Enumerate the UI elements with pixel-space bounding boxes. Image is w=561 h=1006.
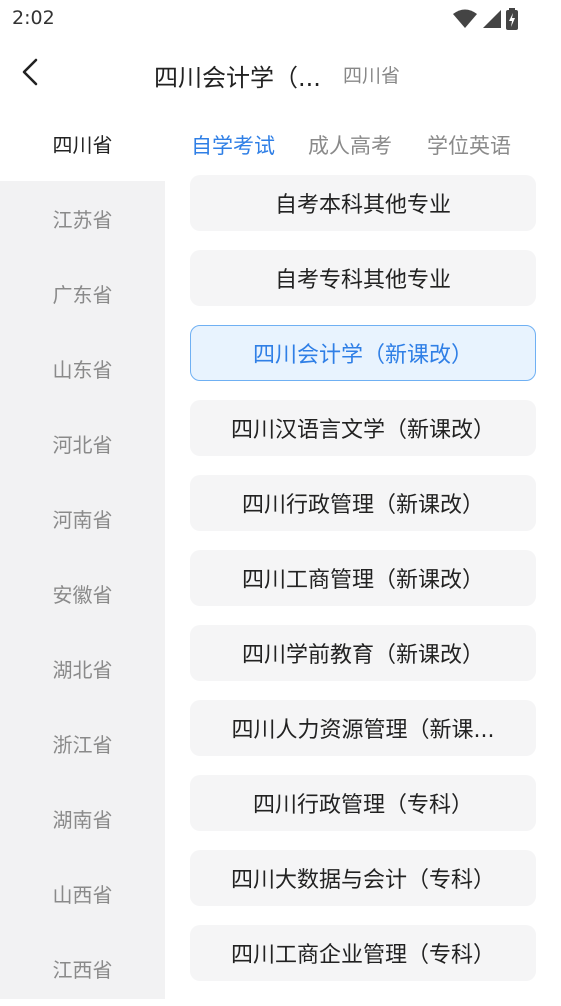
status-bar: 2:02 <box>0 0 561 38</box>
sidebar-item-label: 河北省 <box>52 433 113 457</box>
list-item-label: 自考专科其他专业 <box>274 268 451 293</box>
sidebar-item-henan[interactable]: 河南省 <box>0 481 165 556</box>
list-item[interactable]: 四川大数据与会计（专科） <box>190 850 536 906</box>
page-title: 四川会计学（... <box>154 64 321 92</box>
list-item[interactable]: 四川学前教育（新课改） <box>190 625 536 681</box>
list-item-label: 四川行政管理（专科） <box>252 793 473 818</box>
sidebar-item-zhejiang[interactable]: 浙江省 <box>0 706 165 781</box>
list-item-label: 四川人力资源管理（新课... <box>231 718 495 743</box>
status-time: 2:02 <box>12 7 55 29</box>
list-item[interactable]: 四川人力资源管理（新课... <box>190 700 536 756</box>
sidebar-item-jiangsu[interactable]: 江苏省 <box>0 181 165 256</box>
sidebar-item-jiangxi[interactable]: 江西省 <box>0 931 165 1006</box>
list-item-label: 四川行政管理（新课改） <box>241 493 484 518</box>
chevron-left-icon <box>22 58 38 86</box>
back-button[interactable] <box>14 54 50 90</box>
list-item-label: 四川汉语言文学（新课改） <box>230 418 495 443</box>
sidebar-item-label: 河南省 <box>52 508 113 532</box>
exam-type-tabs: 自学考试 成人高考 学位英语 <box>165 126 561 166</box>
sidebar-item-anhui[interactable]: 安徽省 <box>0 556 165 631</box>
sidebar-item-hubei[interactable]: 湖北省 <box>0 631 165 706</box>
page-subtitle: 四川省 <box>343 65 401 87</box>
list-item-label: 四川工商企业管理（专科） <box>230 943 495 968</box>
sidebar-item-label: 湖北省 <box>52 658 113 682</box>
sidebar-item-label: 湖南省 <box>52 808 113 832</box>
wifi-icon <box>453 9 477 29</box>
sidebar-item-label: 四川省 <box>52 133 113 157</box>
list-item-label: 自考本科其他专业 <box>274 193 451 218</box>
sidebar-item-hunan[interactable]: 湖南省 <box>0 781 165 856</box>
status-icons <box>453 8 519 30</box>
list-item[interactable]: 四川行政管理（新课改） <box>190 475 536 531</box>
header: 四川会计学（... 四川省 <box>0 40 561 106</box>
list-item-label: 四川工商管理（新课改） <box>241 568 484 593</box>
sidebar-item-sichuan[interactable]: 四川省 <box>0 106 165 181</box>
province-sidebar: 四川省 江苏省 广东省 山东省 河北省 河南省 安徽省 湖北省 浙江省 湖南省 … <box>0 106 165 999</box>
signal-icon <box>481 9 501 29</box>
sidebar-item-label: 浙江省 <box>52 733 113 757</box>
sidebar-item-shanxi[interactable]: 山西省 <box>0 856 165 931</box>
list-item[interactable]: 四川工商管理（新课改） <box>190 550 536 606</box>
list-item-selected[interactable]: 四川会计学（新课改） <box>190 325 536 381</box>
list-item-label: 四川大数据与会计（专科） <box>230 868 495 893</box>
sidebar-item-label: 安徽省 <box>52 583 113 607</box>
sidebar-item-label: 江西省 <box>52 958 113 982</box>
sidebar-item-label: 广东省 <box>52 283 113 307</box>
sidebar-item-label: 江苏省 <box>52 208 113 232</box>
tab-adult-college-exam[interactable]: 成人高考 <box>308 130 392 160</box>
sidebar-item-shandong[interactable]: 山东省 <box>0 331 165 406</box>
list-item[interactable]: 四川行政管理（专科） <box>190 775 536 831</box>
list-item[interactable]: 自考专科其他专业 <box>190 250 536 306</box>
list-item-label: 四川会计学（新课改） <box>252 343 473 368</box>
tab-degree-english[interactable]: 学位英语 <box>427 130 511 160</box>
list-item[interactable]: 四川工商企业管理（专科） <box>190 925 536 981</box>
sidebar-item-label: 山东省 <box>52 358 113 382</box>
sidebar-item-guangdong[interactable]: 广东省 <box>0 256 165 331</box>
battery-charging-icon <box>505 8 519 30</box>
tab-self-study-exam[interactable]: 自学考试 <box>191 130 275 160</box>
list-item[interactable]: 自考本科其他专业 <box>190 175 536 231</box>
list-item[interactable]: 四川汉语言文学（新课改） <box>190 400 536 456</box>
sidebar-item-label: 山西省 <box>52 883 113 907</box>
list-item-label: 四川学前教育（新课改） <box>241 643 484 668</box>
sidebar-item-hebei[interactable]: 河北省 <box>0 406 165 481</box>
